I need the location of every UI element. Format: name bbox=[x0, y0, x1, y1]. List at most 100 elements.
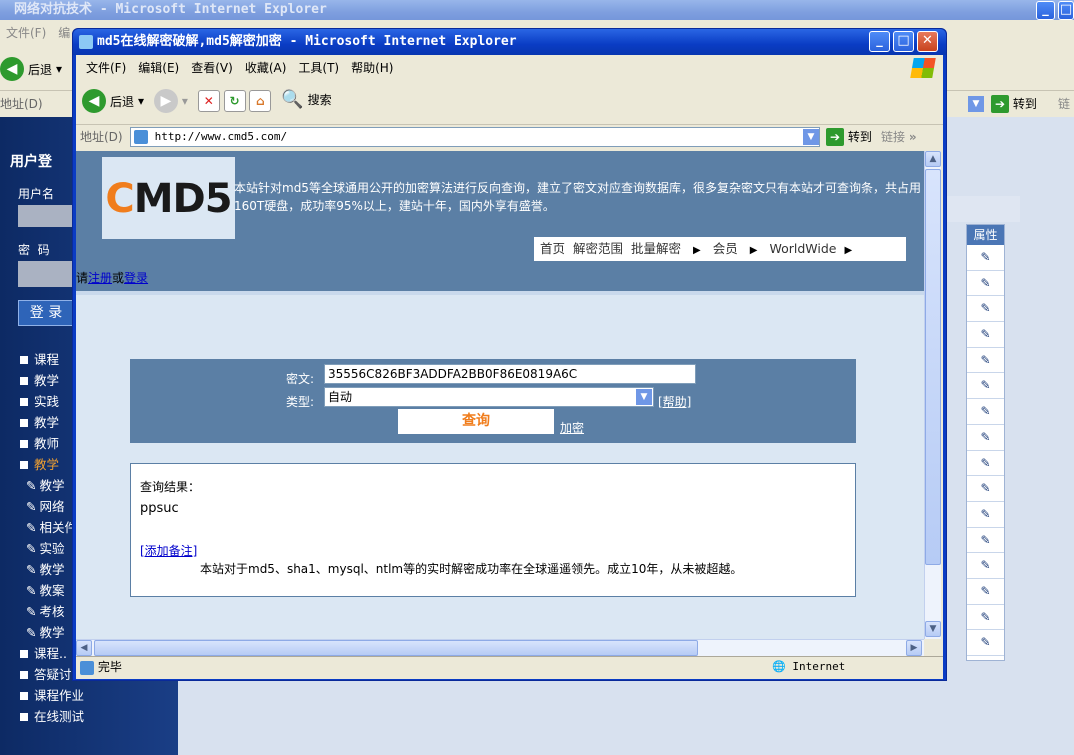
scroll-thumb[interactable] bbox=[925, 169, 941, 565]
back-button[interactable]: ◀ 后退 ▾ bbox=[82, 89, 144, 113]
scroll-down-icon[interactable]: ▼ bbox=[925, 621, 941, 637]
props-edit-icon[interactable]: ✎ bbox=[967, 476, 1004, 502]
front-close-button[interactable]: ✕ bbox=[917, 31, 938, 52]
back-addr-label: 地址(D) bbox=[0, 97, 43, 111]
encrypt-link[interactable]: 加密 bbox=[560, 419, 584, 436]
side-menu-item[interactable]: 课程.. bbox=[20, 643, 80, 664]
help-link[interactable]: [帮助] bbox=[658, 393, 691, 410]
scroll-left-icon[interactable]: ◀ bbox=[76, 640, 92, 656]
stop-icon[interactable]: ✕ bbox=[197, 90, 220, 112]
back-links[interactable]: 链 bbox=[1058, 91, 1070, 117]
refresh-icon[interactable]: ↻ bbox=[223, 90, 246, 112]
cipher-input[interactable]: 35556C826BF3ADDFA2BB0F86E0819A6C bbox=[324, 364, 696, 384]
props-edit-icon[interactable]: ✎ bbox=[967, 425, 1004, 451]
pencil-icon: ✎ bbox=[26, 499, 37, 514]
back-window-titlebar[interactable]: 网络对抗技术 - Microsoft Internet Explorer bbox=[0, 0, 1074, 20]
side-menu-item[interactable]: 实践 bbox=[20, 391, 80, 412]
menu-view[interactable]: 查看(V) bbox=[185, 55, 239, 81]
square-bullet-icon bbox=[20, 650, 28, 658]
menu-help[interactable]: 帮助(H) bbox=[345, 55, 399, 81]
horizontal-scrollbar[interactable]: ◀ ▶ bbox=[76, 639, 924, 656]
side-menu-item[interactable]: ✎ 教学 bbox=[20, 475, 80, 496]
side-menu-item[interactable]: 在线测试 bbox=[20, 706, 84, 727]
menu-edit[interactable]: 编辑(E) bbox=[132, 55, 185, 81]
back-menu-file[interactable]: 文件(F) bbox=[0, 20, 52, 46]
front-window-titlebar[interactable]: md5在线解密破解,md5解密加密 - Microsoft Internet E… bbox=[73, 29, 946, 55]
props-edit-icon[interactable]: ✎ bbox=[967, 553, 1004, 579]
nav-member[interactable]: 会员 bbox=[713, 241, 738, 256]
side-menu-item[interactable]: ✎ 网络 bbox=[20, 496, 80, 517]
side-menu-item[interactable]: ✎ 教案 bbox=[20, 580, 80, 601]
address-input[interactable]: http://www.cmd5.com/ bbox=[130, 127, 820, 147]
side-menu-item[interactable]: ✎ 教学 bbox=[20, 622, 80, 643]
props-edit-icon[interactable]: ✎ bbox=[967, 271, 1004, 297]
register-link[interactable]: 注册 bbox=[88, 271, 112, 285]
globe-icon: 🌐 bbox=[772, 660, 786, 673]
props-edit-icon[interactable]: ✎ bbox=[967, 348, 1004, 374]
side-menu-item[interactable]: ✎ 相关件 bbox=[20, 517, 80, 538]
page-viewport: CMD5 本站针对md5等全球通用公开的加密算法进行反向查询，建立了密文对应查询… bbox=[76, 151, 924, 639]
props-edit-icon[interactable]: ✎ bbox=[967, 399, 1004, 425]
props-edit-icon[interactable]: ✎ bbox=[967, 630, 1004, 656]
menu-favorites[interactable]: 收藏(A) bbox=[239, 55, 293, 81]
back-goto-button[interactable]: ➔ 转到 bbox=[991, 91, 1037, 117]
back-back-button[interactable]: ◀ 后退 ▾ bbox=[0, 57, 62, 81]
password-field[interactable] bbox=[18, 261, 74, 287]
address-dropdown-icon[interactable]: ▼ bbox=[803, 129, 819, 145]
side-menu-item[interactable]: 教学 bbox=[20, 454, 80, 475]
nav-home[interactable]: 首页 bbox=[540, 241, 565, 256]
nav-batch[interactable]: 批量解密 bbox=[631, 241, 681, 256]
back-minimize-button[interactable]: _ bbox=[1036, 1, 1055, 20]
props-edit-icon[interactable]: ✎ bbox=[967, 373, 1004, 400]
props-rows: ✎ ✎ ✎ ✎ ✎ ✎ ✎ ✎ ✎ ✎ ✎ ✎ ✎ ✎ ✎ ✎ bbox=[967, 245, 1004, 656]
add-note-link[interactable]: [添加备注] bbox=[140, 542, 197, 559]
side-menu-item[interactable]: ✎ 实验 bbox=[20, 538, 80, 559]
side-menu-label: 教学 bbox=[34, 373, 60, 388]
front-minimize-button[interactable]: _ bbox=[869, 31, 890, 52]
props-edit-icon[interactable]: ✎ bbox=[967, 245, 1004, 271]
query-button[interactable]: 查询 bbox=[398, 409, 554, 434]
back-restore-button[interactable]: □ bbox=[1058, 1, 1074, 20]
front-maximize-button[interactable]: □ bbox=[893, 31, 914, 52]
side-menu-item[interactable]: 课程作业 bbox=[20, 685, 84, 706]
nav-range[interactable]: 解密范围 bbox=[573, 241, 623, 256]
props-edit-icon[interactable]: ✎ bbox=[967, 605, 1004, 631]
side-menu-item[interactable]: 答疑讨论 bbox=[20, 664, 84, 685]
side-menu-label: 教学 bbox=[34, 415, 60, 430]
hscroll-thumb[interactable] bbox=[94, 640, 698, 656]
props-edit-icon[interactable]: ✎ bbox=[967, 296, 1004, 323]
side-menu-item[interactable]: 教师 bbox=[20, 433, 80, 454]
type-select[interactable]: 自动 ▼ bbox=[324, 387, 654, 407]
side-menu-item[interactable]: ✎ 教学 bbox=[20, 559, 80, 580]
side-menu-item[interactable]: ✎ 考核 bbox=[20, 601, 80, 622]
side-menu-label: 教学 bbox=[39, 562, 65, 577]
go-arrow-icon: ➔ bbox=[991, 95, 1009, 113]
props-edit-icon[interactable]: ✎ bbox=[967, 451, 1004, 477]
props-edit-icon[interactable]: ✎ bbox=[967, 502, 1004, 528]
nav-worldwide[interactable]: WorldWide bbox=[769, 241, 836, 256]
back-dropdown-icon[interactable]: ▼ bbox=[968, 96, 984, 112]
links-toolbar[interactable]: 链接 » bbox=[881, 125, 917, 149]
scroll-right-icon[interactable]: ▶ bbox=[906, 640, 922, 656]
forward-button[interactable]: ▶ ▾ bbox=[153, 89, 188, 113]
side-menu-label: 课程作业 bbox=[34, 688, 85, 703]
side-menu-item[interactable]: 教学 bbox=[20, 412, 80, 433]
menu-tools[interactable]: 工具(T) bbox=[292, 55, 345, 81]
vertical-scrollbar[interactable]: ▲ ▼ bbox=[924, 151, 941, 639]
username-field[interactable] bbox=[18, 205, 74, 227]
query-panel: 密文: 35556C826BF3ADDFA2BB0F86E0819A6C 类型:… bbox=[130, 359, 856, 443]
props-edit-icon[interactable]: ✎ bbox=[967, 528, 1004, 554]
search-button[interactable]: 🔍 搜索 bbox=[281, 89, 331, 110]
scroll-up-icon[interactable]: ▲ bbox=[925, 151, 941, 167]
menu-file[interactable]: 文件(F) bbox=[80, 55, 132, 81]
side-menu-item[interactable]: 教学 bbox=[20, 370, 80, 391]
login-button[interactable]: 登 录 bbox=[18, 300, 74, 326]
home-icon[interactable]: ⌂ bbox=[249, 90, 272, 112]
side-menu-item[interactable]: 课程 bbox=[20, 349, 80, 370]
props-edit-icon[interactable]: ✎ bbox=[967, 579, 1004, 605]
back-right-panel-strip bbox=[946, 196, 1020, 222]
square-bullet-icon bbox=[20, 398, 28, 406]
goto-button[interactable]: ➔ 转到 bbox=[826, 125, 872, 149]
props-edit-icon[interactable]: ✎ bbox=[967, 322, 1004, 348]
login-link[interactable]: 登录 bbox=[124, 271, 148, 285]
